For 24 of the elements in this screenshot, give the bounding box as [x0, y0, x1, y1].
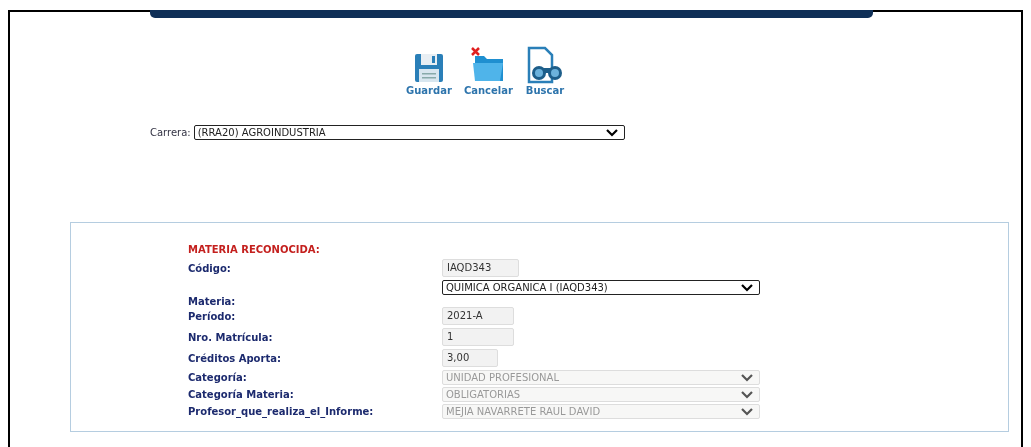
field-label: Carrera: [150, 127, 191, 138]
input-field[interactable]: IAQD343 [442, 259, 519, 277]
save-button[interactable]: Guardar [406, 52, 452, 96]
field-label: Materia: [188, 296, 237, 307]
cancel-button[interactable]: Cancelar [463, 46, 513, 96]
field-label: Créditos Aporta: [188, 352, 282, 364]
field-label: Código: [188, 262, 232, 274]
chevron-down-icon [741, 373, 753, 382]
field-label: Profesor_que_realiza_el_Informe: [188, 406, 375, 417]
field-label: Categoría: [188, 372, 248, 383]
section-title: MATERIA RECONOCIDA: [188, 244, 321, 255]
input-field[interactable]: 2021-A [442, 307, 514, 325]
chevron-down-icon [741, 283, 753, 292]
dropdown[interactable]: QUIMICA ORGANICA I (IAQD343) [442, 280, 760, 295]
chevron-down-icon [741, 390, 753, 399]
chevron-down-icon [741, 407, 753, 416]
chevron-down-icon [605, 128, 618, 137]
field-label: Período: [188, 310, 237, 322]
field-label: Nro. Matrícula: [188, 331, 274, 343]
input-field[interactable]: 1 [442, 328, 514, 346]
dropdown[interactable]: (RRA20) AGROINDUSTRIA [193, 125, 625, 140]
search-button[interactable]: Buscar [524, 46, 565, 96]
input-field[interactable]: 3,00 [442, 349, 498, 367]
field-label: Categoría Materia: [188, 389, 295, 400]
